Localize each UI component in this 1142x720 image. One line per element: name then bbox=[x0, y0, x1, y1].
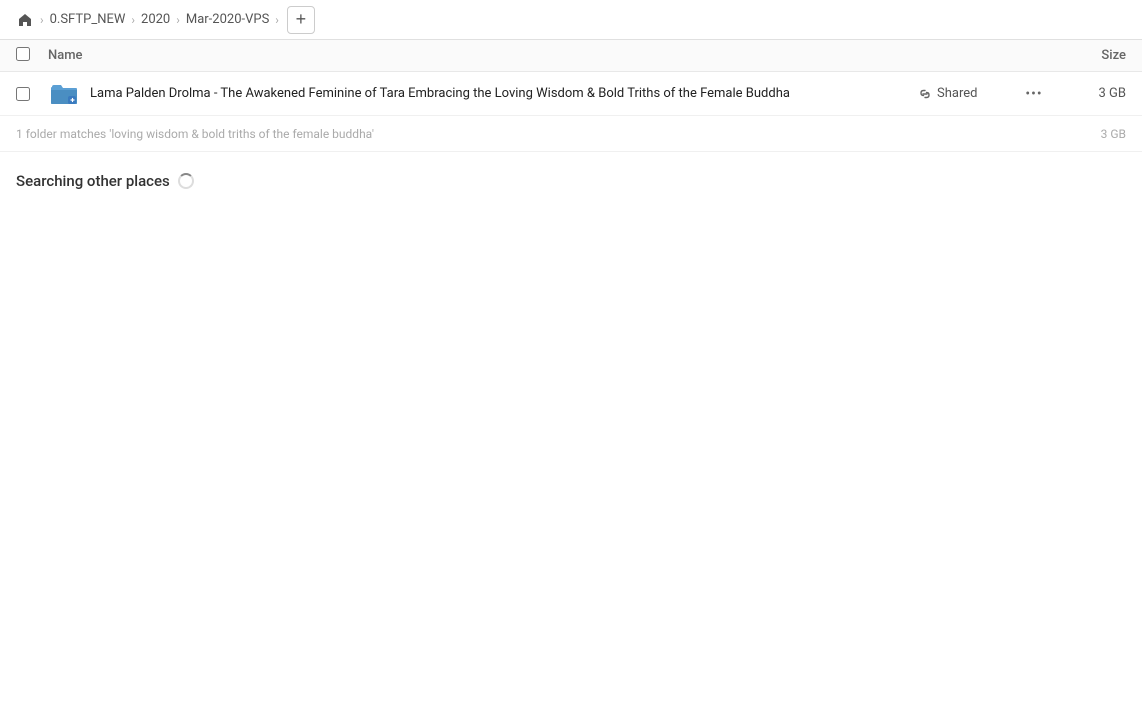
more-dots-icon: ••• bbox=[1025, 86, 1042, 102]
add-button[interactable]: + bbox=[287, 6, 315, 34]
shared-badge: Shared bbox=[918, 86, 1008, 101]
breadcrumb-sftp-label: 0.SFTP_NEW bbox=[50, 12, 126, 27]
breadcrumb-mar[interactable]: Mar-2020-VPS bbox=[182, 10, 273, 29]
searching-section: Searching other places bbox=[0, 152, 1142, 198]
breadcrumb-2020-label: 2020 bbox=[141, 12, 170, 27]
name-column-header: Name bbox=[48, 48, 1046, 63]
file-size: 3 GB bbox=[1056, 86, 1126, 101]
more-options-button[interactable]: ••• bbox=[1020, 80, 1048, 108]
match-info-text: 1 folder matches 'loving wisdom & bold t… bbox=[16, 127, 1056, 141]
breadcrumb-sep-1: › bbox=[40, 13, 44, 27]
link-icon bbox=[918, 87, 932, 101]
shared-label: Shared bbox=[937, 86, 977, 101]
size-column-header: Size bbox=[1046, 48, 1126, 63]
row-checkbox[interactable] bbox=[16, 87, 40, 101]
column-headers: Name Size bbox=[0, 40, 1142, 72]
breadcrumb-sep-4: › bbox=[275, 13, 279, 27]
match-info-size: 3 GB bbox=[1056, 127, 1126, 141]
file-name: Lama Palden Drolma - The Awakened Femini… bbox=[90, 86, 918, 101]
breadcrumb-mar-label: Mar-2020-VPS bbox=[186, 12, 269, 27]
breadcrumb-sep-2: › bbox=[131, 13, 135, 27]
select-all-checkbox[interactable] bbox=[16, 47, 40, 65]
loading-spinner bbox=[178, 173, 194, 189]
file-row[interactable]: Lama Palden Drolma - The Awakened Femini… bbox=[0, 72, 1142, 116]
folder-icon bbox=[48, 78, 80, 110]
breadcrumb-2020[interactable]: 2020 bbox=[137, 10, 174, 29]
searching-label: Searching other places bbox=[16, 172, 170, 190]
breadcrumb-sftp[interactable]: 0.SFTP_NEW bbox=[46, 10, 130, 29]
info-row: 1 folder matches 'loving wisdom & bold t… bbox=[0, 116, 1142, 152]
toolbar: › 0.SFTP_NEW › 2020 › Mar-2020-VPS › + bbox=[0, 0, 1142, 40]
home-icon bbox=[16, 11, 34, 29]
breadcrumb-home[interactable] bbox=[12, 9, 38, 31]
breadcrumb-sep-3: › bbox=[176, 13, 180, 27]
